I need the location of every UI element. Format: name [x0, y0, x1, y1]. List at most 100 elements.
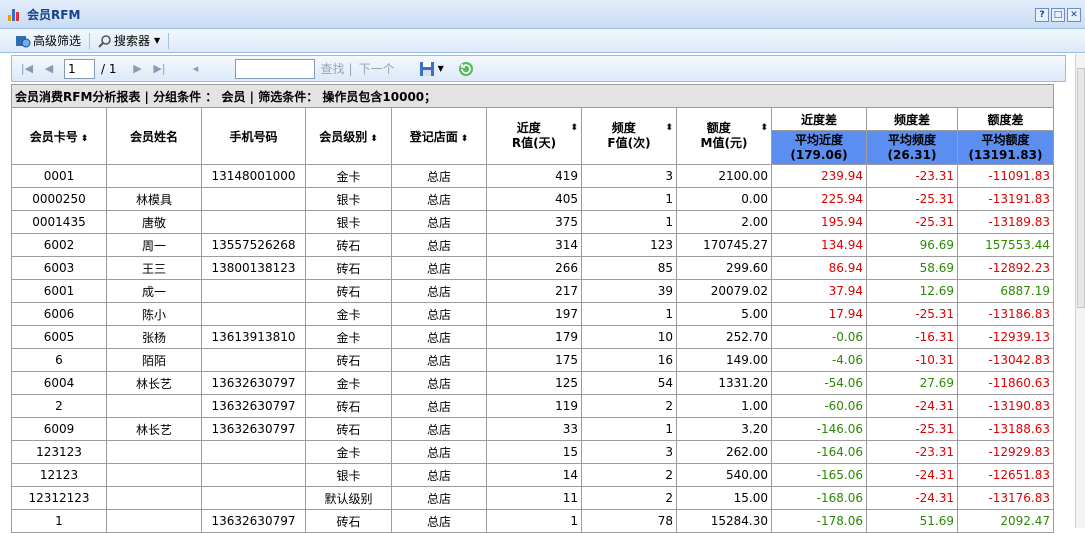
table-row[interactable]: 6003 王三 13800138123 砖石 总店 266 85 299.60 86.94 58.… — [11, 256, 1054, 280]
cell-card: 12312123 — [11, 486, 107, 510]
back-icon[interactable]: ◂ — [189, 62, 203, 75]
cell-store: 总店 — [391, 279, 487, 303]
cell-r: 375 — [486, 210, 582, 234]
cell-phone — [201, 440, 306, 464]
cell-store: 总店 — [391, 210, 487, 234]
cell-card: 6001 — [11, 279, 107, 303]
cell-df: -25.31 — [866, 210, 958, 234]
col-avg-frequency[interactable]: 平均频度 (26.31) — [866, 130, 958, 165]
cell-phone — [201, 463, 306, 487]
cell-phone: 13632630797 — [201, 371, 306, 395]
cell-dr: -168.06 — [771, 486, 867, 510]
table-row[interactable]: 6009 林长艺 13632630797 砖石 总店 33 1 3.20 -146.06 -25.… — [11, 417, 1054, 441]
sort-icon: ⬍ — [460, 133, 469, 144]
col-monetary[interactable]: 额度 ⬍ M值(元) — [676, 107, 772, 165]
cell-name: 陌陌 — [106, 348, 202, 372]
cell-store: 总店 — [391, 187, 487, 211]
cell-name: 周一 — [106, 233, 202, 257]
cell-store: 总店 — [391, 256, 487, 280]
table-body: 0001 13148001000 金卡 总店 419 3 2100.00 239.94 -23.… — [11, 164, 1054, 533]
save-icon[interactable]: ▼ — [419, 61, 444, 77]
table-row[interactable]: 0000250 林模具 银卡 总店 405 1 0.00 225.94 -25.31 -13191… — [11, 187, 1054, 211]
search-tool-button[interactable]: 搜索器 ▼ — [95, 32, 163, 49]
cell-name: 张杨 — [106, 325, 202, 349]
cell-m: 20079.02 — [676, 279, 772, 303]
table-row[interactable]: 6006 陈小 金卡 总店 197 1 5.00 17.94 -25.31 -13186.83 — [11, 302, 1054, 326]
table-row[interactable]: 6001 成一 砖石 总店 217 39 20079.02 37.94 12.69 6887.19 — [11, 279, 1054, 303]
cell-f: 39 — [581, 279, 677, 303]
cell-level: 银卡 — [305, 187, 392, 211]
table-row[interactable]: 0001 13148001000 金卡 总店 419 3 2100.00 239.94 -23.… — [11, 164, 1054, 188]
col-phone[interactable]: 手机号码 — [201, 107, 306, 165]
last-page-icon[interactable]: ▶| — [153, 62, 167, 75]
cell-r: 1 — [486, 509, 582, 533]
toolbar-separator — [168, 32, 170, 49]
cell-df: 96.69 — [866, 233, 958, 257]
find-button[interactable]: 查找 — [321, 60, 345, 77]
table-row[interactable]: 6 陌陌 砖石 总店 175 16 149.00 -4.06 -10.31 -13042.83 — [11, 348, 1054, 372]
find-next-button[interactable]: 下一个 — [359, 60, 395, 77]
col-level[interactable]: 会员级别 ⬍ — [305, 107, 392, 165]
cell-df: -23.31 — [866, 164, 958, 188]
refresh-icon[interactable] — [458, 61, 474, 77]
table-row[interactable]: 12123 银卡 总店 14 2 540.00 -165.06 -24.31 -12651.83 — [11, 463, 1054, 487]
cell-phone — [201, 302, 306, 326]
cell-dm: -12929.83 — [957, 440, 1054, 464]
table-row[interactable]: 6002 周一 13557526268 砖石 总店 314 123 170745.27 134.… — [11, 233, 1054, 257]
sort-icon: ⬍ — [80, 133, 89, 144]
table-row[interactable]: 2 13632630797 砖石 总店 119 2 1.00 -60.06 -24.31 -131… — [11, 394, 1054, 418]
cell-r: 419 — [486, 164, 582, 188]
window-title: 会员RFM — [27, 7, 81, 22]
cell-dr: -178.06 — [771, 509, 867, 533]
table-row[interactable]: 1 13632630797 砖石 总店 1 78 15284.30 -178.06 51.69 2… — [11, 509, 1054, 533]
cell-card: 6005 — [11, 325, 107, 349]
col-store[interactable]: 登记店面 ⬍ — [391, 107, 487, 165]
help-button[interactable]: ? — [1035, 8, 1049, 22]
cell-card: 6002 — [11, 233, 107, 257]
cell-level: 砖石 — [305, 279, 392, 303]
col-avg-monetary[interactable]: 平均额度 (13191.83) — [957, 130, 1054, 165]
cell-name: 林模具 — [106, 187, 202, 211]
table-row[interactable]: 6004 林长艺 13632630797 金卡 总店 125 54 1331.20 -54.06… — [11, 371, 1054, 395]
table-row[interactable]: 6005 张杨 13613913810 金卡 总店 179 10 252.70 -0.06 -16… — [11, 325, 1054, 349]
main-toolbar: 高级筛选 搜索器 ▼ — [0, 29, 1085, 53]
cell-r: 314 — [486, 233, 582, 257]
col-frequency[interactable]: 频度 ⬍ F值(次) — [581, 107, 677, 165]
close-button[interactable]: ✕ — [1067, 8, 1081, 22]
table-row[interactable]: 12312123 默认级别 总店 11 2 15.00 -168.06 -24.31 -1317… — [11, 486, 1054, 510]
cell-name: 陈小 — [106, 302, 202, 326]
cell-f: 2 — [581, 463, 677, 487]
cell-m: 299.60 — [676, 256, 772, 280]
scrollbar-thumb[interactable] — [1077, 68, 1085, 308]
cell-m: 1.00 — [676, 394, 772, 418]
next-page-icon[interactable]: ▶ — [131, 62, 145, 75]
cell-phone: 13557526268 — [201, 233, 306, 257]
maximize-button[interactable]: □ — [1051, 8, 1065, 22]
cell-phone: 13148001000 — [201, 164, 306, 188]
vertical-scrollbar[interactable] — [1075, 54, 1085, 528]
cell-card: 0001435 — [11, 210, 107, 234]
cell-level: 银卡 — [305, 210, 392, 234]
advanced-filter-button[interactable]: 高级筛选 — [12, 32, 84, 49]
table-row[interactable]: 0001435 唐敬 银卡 总店 375 1 2.00 195.94 -25.31 -13189.… — [11, 210, 1054, 234]
pager-toolbar: |◀ ◀ 1 / 1 ▶ ▶| ◂ 查找 | 下一个 ▼ — [11, 55, 1066, 82]
cell-phone: 13613913810 — [201, 325, 306, 349]
prev-page-icon[interactable]: ◀ — [42, 62, 56, 75]
col-avg-recency[interactable]: 平均近度 (179.06) — [771, 130, 867, 165]
cell-df: 51.69 — [866, 509, 958, 533]
cell-name — [106, 463, 202, 487]
first-page-icon[interactable]: |◀ — [20, 62, 34, 75]
find-input[interactable] — [234, 58, 315, 79]
cell-dm: 6887.19 — [957, 279, 1054, 303]
col-recency[interactable]: 近度 ⬍ R值(天) — [486, 107, 582, 165]
cell-f: 78 — [581, 509, 677, 533]
cell-store: 总店 — [391, 486, 487, 510]
cell-name: 唐敬 — [106, 210, 202, 234]
col-card[interactable]: 会员卡号 ⬍ — [11, 107, 107, 165]
table-row[interactable]: 123123 金卡 总店 15 3 262.00 -164.06 -23.31 -12929.8… — [11, 440, 1054, 464]
page-number-input[interactable]: 1 — [64, 58, 95, 79]
col-name[interactable]: 会员姓名 — [106, 107, 202, 165]
cell-df: 58.69 — [866, 256, 958, 280]
cell-level: 金卡 — [305, 164, 392, 188]
cell-f: 1 — [581, 187, 677, 211]
